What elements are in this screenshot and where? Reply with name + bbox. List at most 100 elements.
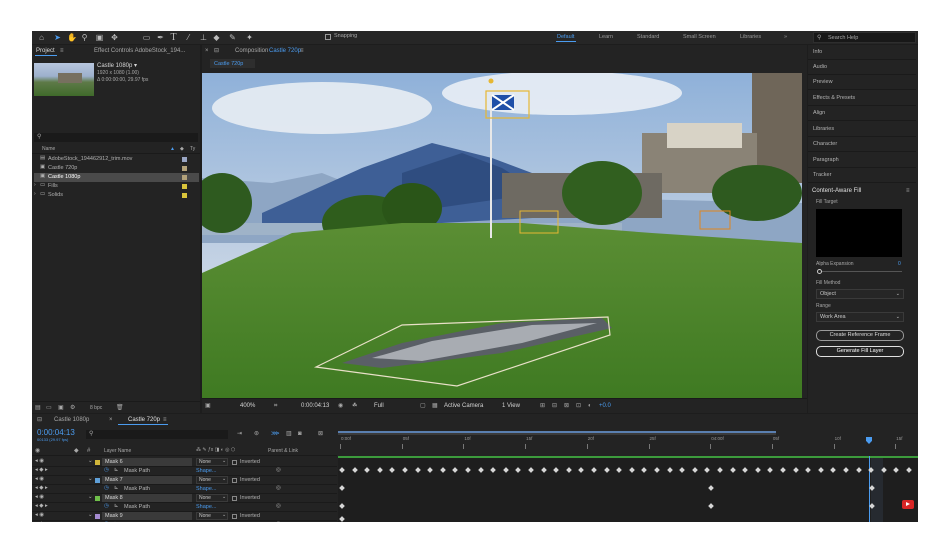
panel-audio[interactable]: Audio (808, 60, 916, 75)
label-column-icon[interactable]: ◆ (74, 448, 79, 454)
inverted-checkbox[interactable] (232, 460, 237, 465)
keyframe[interactable] (502, 467, 509, 473)
composition-tab-label[interactable]: Composition (235, 48, 268, 54)
timeline-tab-menu-icon[interactable]: ≡ (163, 417, 167, 423)
keyframe-navigator-icon[interactable]: ◂ ◆ ▸ (35, 485, 48, 492)
region-of-interest-icon[interactable]: ▢ (420, 403, 426, 409)
bpc-label[interactable]: 8 bpc (90, 406, 102, 411)
timeline-icon[interactable]: ⊠ (564, 403, 569, 409)
type-column-header[interactable]: Ty (190, 147, 195, 152)
fill-method-dropdown[interactable]: Object ⌄ (816, 289, 904, 299)
keyframe[interactable] (742, 467, 749, 473)
mask-mode-chevron-icon[interactable]: ⌄ (222, 513, 226, 518)
keyframe[interactable] (591, 467, 597, 473)
pick-whip-icon[interactable]: ◎ (276, 503, 281, 510)
roto-brush-tool-icon[interactable]: ✎ (228, 33, 237, 42)
project-item-footage[interactable]: ▤ AdobeStock_194462912_trim.mov (34, 155, 199, 164)
mask-row[interactable]: ◂ ◉ ⌄ Mask 8 None ⌄ Inverted (32, 494, 337, 503)
flowchart-icon[interactable]: ⊡ (576, 403, 581, 409)
number-column-icon[interactable]: # (87, 448, 90, 454)
composition-viewer[interactable] (202, 73, 802, 398)
alpha-expansion-slider-thumb[interactable] (817, 269, 822, 274)
keyframe[interactable] (389, 467, 396, 473)
keyframe[interactable] (906, 467, 912, 473)
mask-path-value[interactable]: Shape... (196, 504, 217, 511)
keyframe[interactable] (666, 467, 673, 473)
keyframe[interactable] (477, 467, 484, 473)
camera-tool-icon[interactable]: ▣ (95, 33, 104, 42)
stopwatch-icon[interactable]: ◷ (104, 467, 109, 474)
project-item-solids-folder[interactable]: › ▭ Solids (34, 191, 199, 200)
panel-align[interactable]: Align (808, 106, 916, 121)
mask-path-row[interactable]: ◂ ◆ ▸ ◷ ⊾ Mask Path Shape... ◎ (32, 503, 337, 512)
keyframe[interactable] (729, 467, 736, 473)
home-icon[interactable]: ⌂ (37, 33, 46, 42)
keyframe[interactable] (376, 467, 383, 473)
mask-path-value[interactable]: Shape... (196, 486, 217, 493)
audio-video-toggle-icon[interactable]: ◂ ◉ (35, 494, 44, 501)
keyframe[interactable] (351, 467, 358, 473)
adjust-icon[interactable]: ⚙ (70, 405, 75, 411)
keyframe[interactable] (843, 467, 849, 473)
layer-name-header[interactable]: Layer Name (104, 449, 131, 454)
workspace-standard[interactable]: Standard (637, 34, 659, 40)
panel-close-icon[interactable]: × (205, 48, 209, 54)
keyframe[interactable] (565, 467, 572, 473)
disclosure-arrow-icon[interactable]: › (34, 183, 36, 188)
project-item-fills-folder[interactable]: › ▭ Fills (34, 182, 199, 191)
keyframe[interactable] (708, 485, 714, 491)
keyframe[interactable] (465, 467, 471, 473)
clone-stamp-tool-icon[interactable]: ⊥ (199, 33, 208, 42)
motion-blur-icon[interactable]: ◙ (298, 431, 302, 437)
mask-mode-chevron-icon[interactable]: ⌄ (222, 477, 226, 482)
keyframe[interactable] (830, 467, 837, 473)
timeline-tab-720[interactable]: Castle 720p (128, 417, 160, 423)
pan-behind-tool-icon[interactable]: ✥ (110, 33, 119, 42)
panel-tracker[interactable]: Tracker (808, 168, 916, 183)
keyframe[interactable] (414, 467, 421, 473)
project-tab[interactable]: Project (36, 48, 55, 54)
keyframe-navigator-icon[interactable]: ◂ ◆ ▸ (35, 467, 48, 474)
panel-paragraph[interactable]: Paragraph (808, 153, 916, 168)
mask-row[interactable]: ◂ ◉ ⌄ Mask 9 None ⌄ Inverted (32, 512, 337, 521)
inverted-checkbox[interactable] (232, 514, 237, 519)
delete-icon[interactable]: 🗑 (116, 405, 124, 411)
hand-tool-icon[interactable]: ✋ (67, 33, 77, 42)
keyframe[interactable] (578, 467, 585, 473)
name-column-header[interactable]: Name (42, 147, 55, 152)
toggle-pixel-icon[interactable]: ⊞ (540, 403, 545, 409)
new-comp-icon[interactable]: ▣ (58, 405, 64, 411)
keyframe[interactable] (452, 467, 459, 473)
transparency-grid-icon[interactable]: ▦ (432, 403, 438, 409)
keyframe[interactable] (704, 467, 711, 473)
always-preview-icon[interactable]: ▣ (205, 403, 211, 409)
exposure-icon[interactable]: ◐ (588, 403, 592, 409)
exposure-value[interactable]: +0.0 (599, 403, 611, 409)
timeline-search-field[interactable]: ⚲ (86, 430, 228, 439)
inverted-checkbox[interactable] (232, 478, 237, 483)
create-reference-frame-button[interactable]: Create Reference Frame (816, 330, 904, 341)
camera-value[interactable]: Active Camera (444, 403, 483, 409)
pen-tool-icon[interactable]: ✒ (156, 33, 165, 42)
panel-info[interactable]: Info (808, 45, 916, 60)
graph-editor-icon[interactable]: ⊠ (318, 431, 323, 437)
mask-path-value[interactable]: Shape... (196, 468, 217, 475)
eye-icon[interactable]: ◉ (35, 448, 40, 454)
keyframe[interactable] (439, 467, 446, 473)
type-tool-icon[interactable]: T (169, 33, 178, 43)
disclosure-arrow-icon[interactable]: › (34, 192, 36, 197)
mask-row[interactable]: ◂ ◉ ⌄ Mask 7 None ⌄ Inverted (32, 476, 337, 485)
keyframe[interactable] (893, 467, 900, 473)
generate-fill-layer-button[interactable]: Generate Fill Layer (816, 346, 904, 357)
workspace-learn[interactable]: Learn (599, 34, 613, 40)
keyframe[interactable] (792, 467, 799, 473)
composition-mini-flowchart-icon[interactable]: ⇥ (237, 431, 242, 437)
label-column-icon[interactable]: ◆ (180, 147, 184, 152)
audio-video-toggle-icon[interactable]: ◂ ◉ (35, 512, 44, 519)
alpha-expansion-slider[interactable] (818, 271, 902, 272)
panel-effects-presets[interactable]: Effects & Presets (808, 91, 916, 106)
comp-subtab[interactable]: Castle 720p (210, 59, 255, 68)
disclosure-arrow-icon[interactable]: ⌄ (88, 512, 93, 519)
keyframe[interactable] (679, 467, 686, 473)
keyframe[interactable] (528, 467, 534, 473)
